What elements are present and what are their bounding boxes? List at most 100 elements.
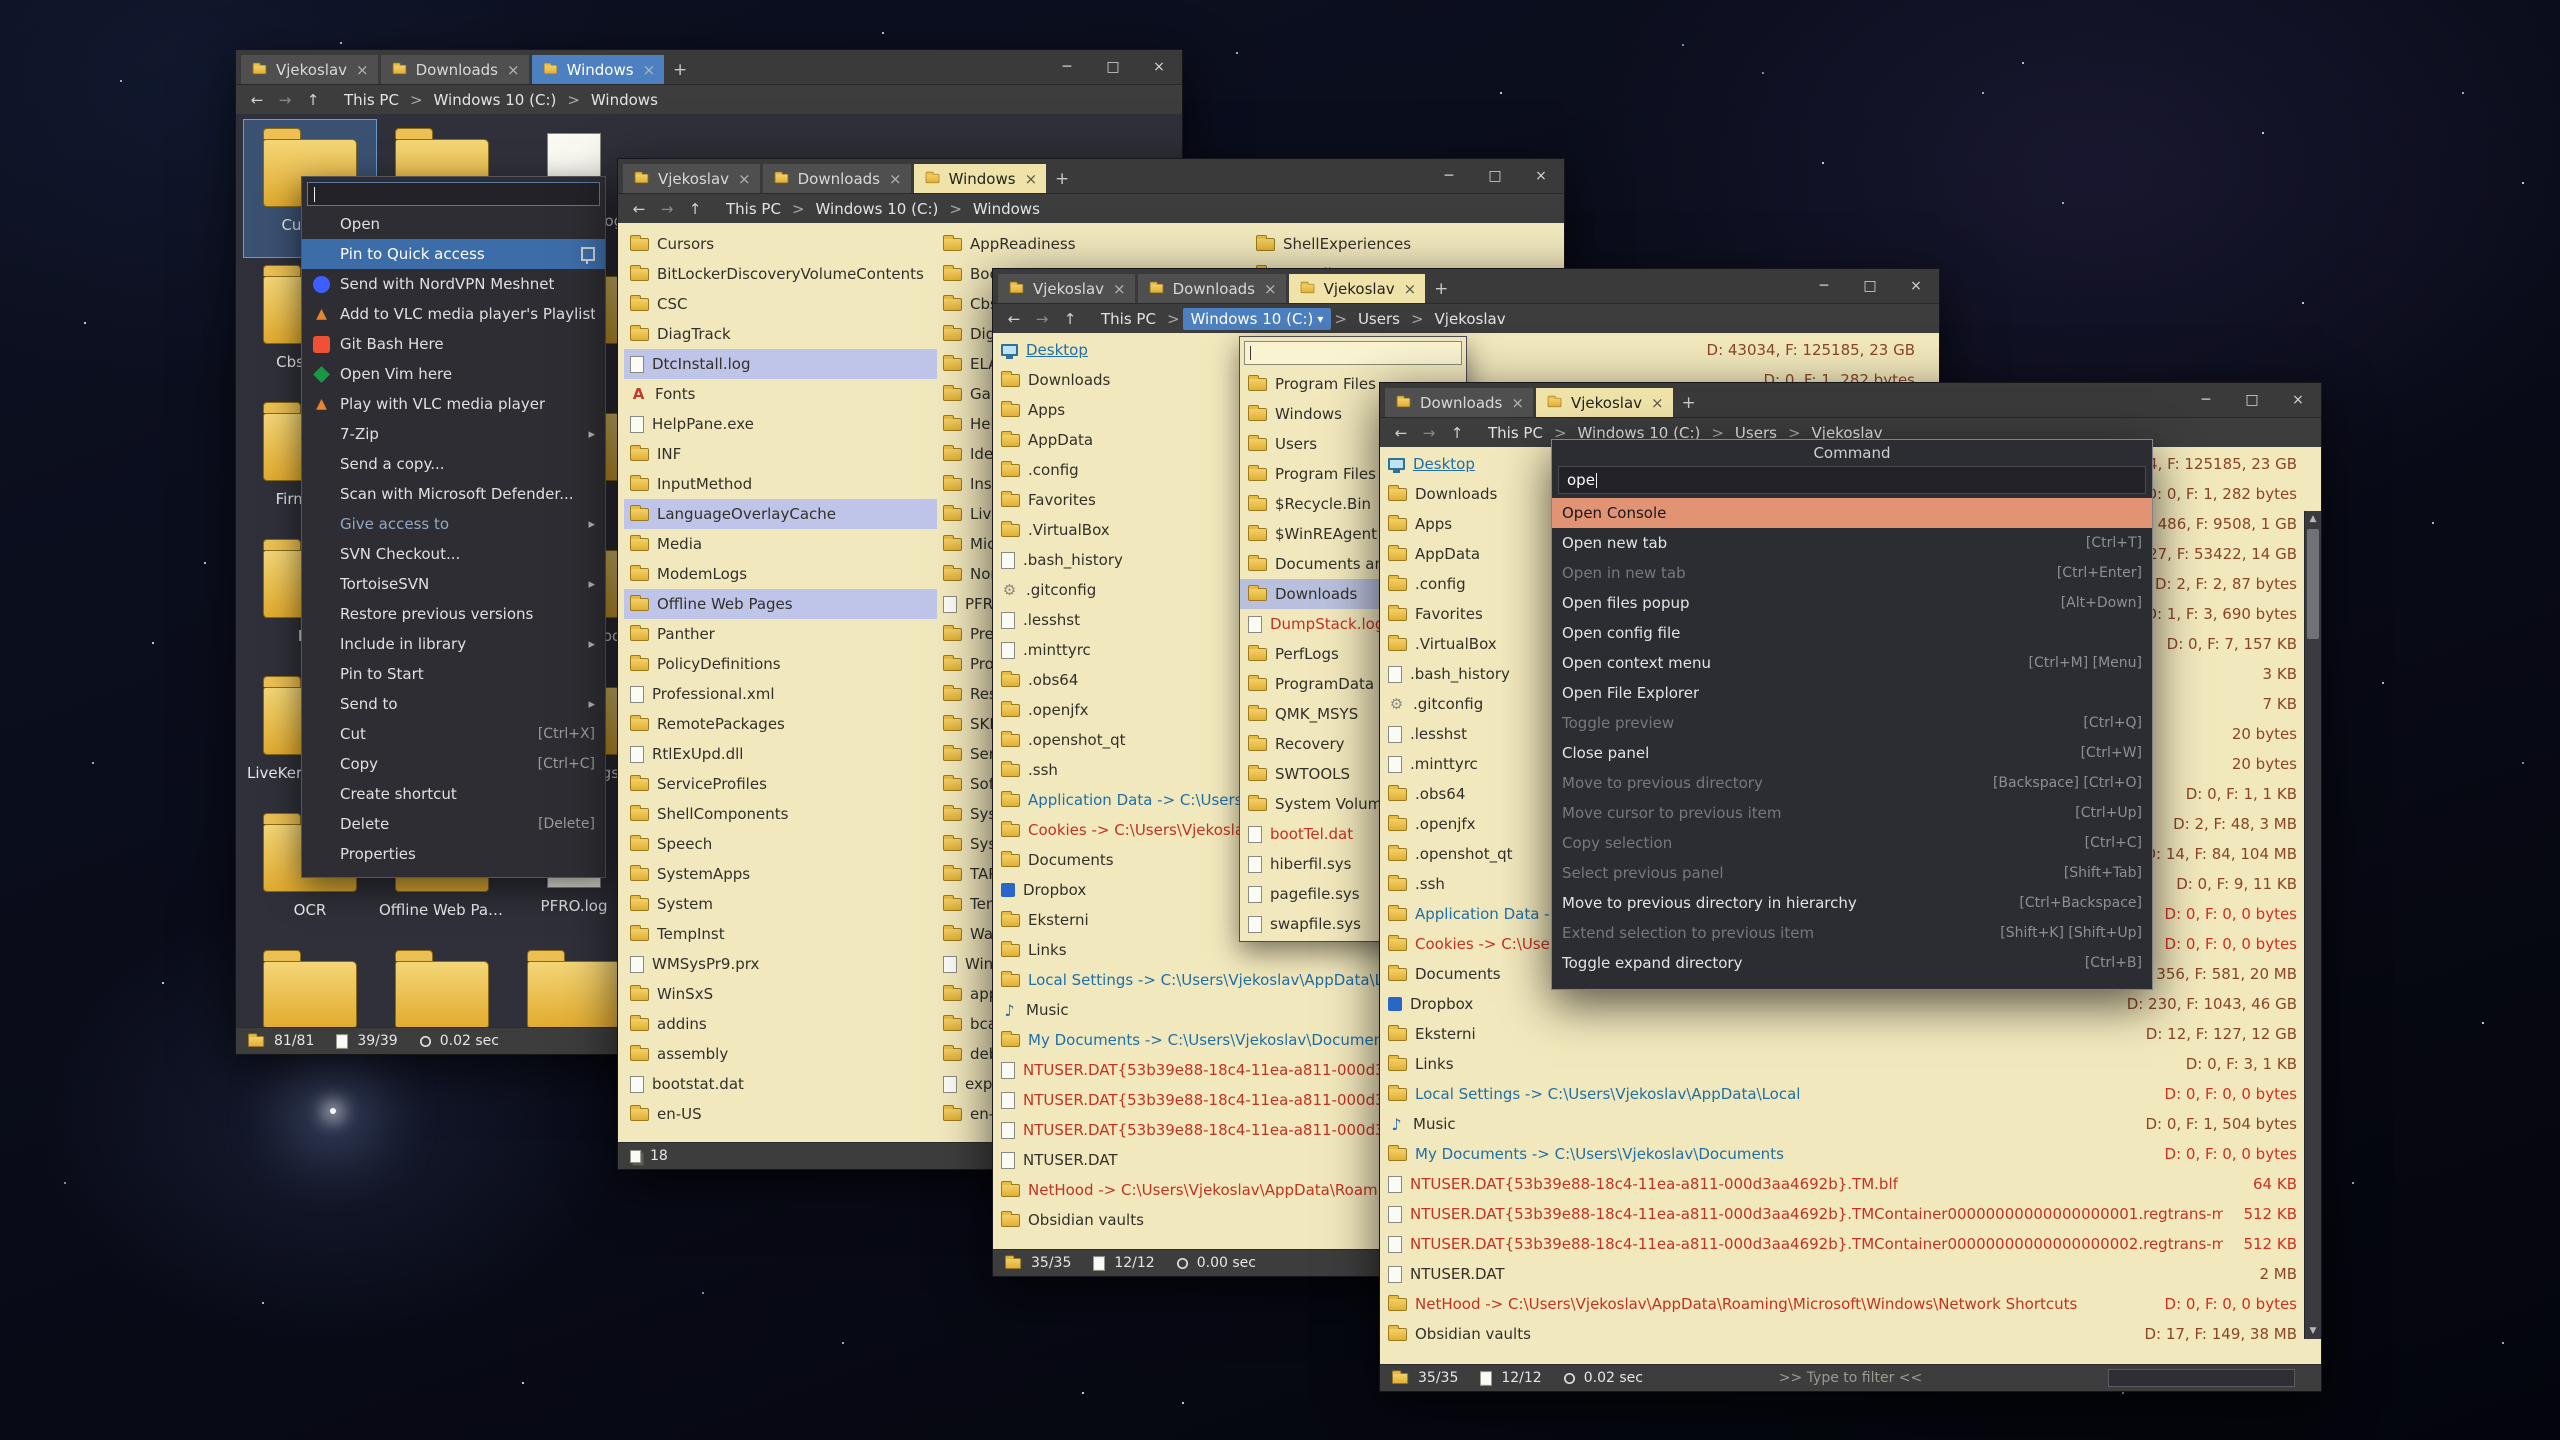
menu-item-delete[interactable]: Delete[Delete] <box>302 809 605 839</box>
command-palette-input[interactable]: ope <box>1558 466 2146 494</box>
breadcrumb-this-pc[interactable]: This PC <box>1480 422 1551 444</box>
breadcrumb-windows[interactable]: Windows <box>583 89 666 111</box>
minimize-button[interactable]: ─ <box>1426 159 1472 193</box>
file-row[interactable]: LanguageOverlayCache <box>624 499 937 529</box>
command-item-toggle-expand-directory[interactable]: Toggle expand directory[Ctrl+B] <box>1552 948 2152 978</box>
new-tab-button[interactable]: + <box>1428 274 1454 303</box>
file-row[interactable]: CSC <box>624 289 937 319</box>
forward-button[interactable]: → <box>654 200 680 218</box>
command-item-open-file-explorer[interactable]: Open File Explorer <box>1552 678 2152 708</box>
back-button[interactable]: ← <box>244 91 270 109</box>
minimize-button[interactable]: ─ <box>1801 269 1847 303</box>
file-row[interactable]: addins <box>624 1009 937 1039</box>
up-button[interactable]: ↑ <box>1444 424 1470 442</box>
tab-close-icon[interactable]: × <box>356 61 369 79</box>
file-row[interactable]: NetHood -> C:\Users\Vjekoslav\AppData\Ro… <box>1380 1289 2305 1319</box>
file-row[interactable]: RtlExUpd.dll <box>624 739 937 769</box>
command-item-open-context-menu[interactable]: Open context menu[Ctrl+M] [Menu] <box>1552 648 2152 678</box>
new-tab-button[interactable]: + <box>1049 164 1075 193</box>
menu-item-pin-to-quick-access[interactable]: Pin to Quick access <box>302 239 605 269</box>
command-item-open-config-file[interactable]: Open config file <box>1552 618 2152 648</box>
file-row[interactable]: Professional.xml <box>624 679 937 709</box>
file-row[interactable]: NTUSER.DAT{53b39e88-18c4-11ea-a811-000d3… <box>1380 1169 2305 1199</box>
menu-item-add-to-vlc-media-player-s-playlist[interactable]: ▲Add to VLC media player's Playlist <box>302 299 605 329</box>
menu-item-create-shortcut[interactable]: Create shortcut <box>302 779 605 809</box>
file-row[interactable]: Local Settings -> C:\Users\Vjekoslav\App… <box>1380 1079 2305 1109</box>
file-row[interactable]: Cursors <box>624 229 937 259</box>
back-button[interactable]: ← <box>1388 424 1414 442</box>
breadcrumb-this-pc[interactable]: This PC <box>1093 308 1164 330</box>
menu-item-properties[interactable]: Properties <box>302 839 605 869</box>
tab-downloads[interactable]: Downloads× <box>1385 388 1533 417</box>
menu-item-include-in-library[interactable]: Include in library▸ <box>302 629 605 659</box>
up-button[interactable]: ↑ <box>682 200 708 218</box>
file-row[interactable]: assembly <box>624 1039 937 1069</box>
tab-close-icon[interactable]: × <box>738 170 751 188</box>
forward-button[interactable]: → <box>1029 310 1055 328</box>
close-button[interactable]: × <box>1136 50 1182 84</box>
scroll-down-icon[interactable]: ▼ <box>2305 1323 2321 1339</box>
breadcrumb-this-pc[interactable]: This PC <box>336 89 407 111</box>
grid-item[interactable]: Prefetch <box>376 942 508 1028</box>
file-row[interactable]: DropboxD: 230, F: 1043, 46 GB <box>1380 989 2305 1019</box>
file-row[interactable]: NTUSER.DAT2 MB <box>1380 1259 2305 1289</box>
tab-close-icon[interactable]: × <box>1264 280 1277 298</box>
file-row[interactable]: PolicyDefinitions <box>624 649 937 679</box>
command-item-copy-selection[interactable]: Copy selection[Ctrl+C] <box>1552 828 2152 858</box>
menu-item-git-bash-here[interactable]: Git Bash Here <box>302 329 605 359</box>
file-row[interactable]: WinSxS <box>624 979 937 1009</box>
file-row[interactable]: DtcInstall.log <box>624 349 937 379</box>
file-row[interactable]: AppReadiness <box>937 229 1250 259</box>
file-row[interactable]: BitLockerDiscoveryVolumeContents <box>624 259 937 289</box>
menu-item-open[interactable]: Open <box>302 209 605 239</box>
file-row[interactable]: Offline Web Pages <box>624 589 937 619</box>
menu-item-copy[interactable]: Copy[Ctrl+C] <box>302 749 605 779</box>
maximize-button[interactable]: □ <box>2229 383 2275 417</box>
file-row[interactable]: ModemLogs <box>624 559 937 589</box>
tab-downloads[interactable]: Downloads× <box>763 164 911 193</box>
menu-item-scan-with-microsoft-defender[interactable]: Scan with Microsoft Defender... <box>302 479 605 509</box>
tab-close-icon[interactable]: × <box>643 61 656 79</box>
forward-button[interactable]: → <box>272 91 298 109</box>
menu-item-pin-to-start[interactable]: Pin to Start <box>302 659 605 689</box>
file-row[interactable]: en-US <box>624 1099 937 1129</box>
close-button[interactable]: × <box>1893 269 1939 303</box>
file-row[interactable]: Speech <box>624 829 937 859</box>
grid-item[interactable]: PolicyDefinitions <box>244 942 376 1028</box>
breadcrumb-windows[interactable]: Windows <box>965 198 1048 220</box>
new-tab-button[interactable]: + <box>1676 388 1702 417</box>
breadcrumb-this-pc[interactable]: This PC <box>718 198 789 220</box>
command-item-move-cursor-to-previous-item[interactable]: Move cursor to previous item[Ctrl+Up] <box>1552 798 2152 828</box>
menu-item-7-zip[interactable]: 7-Zip▸ <box>302 419 605 449</box>
file-row[interactable]: My Documents -> C:\Users\Vjekoslav\Docum… <box>1380 1139 2305 1169</box>
tab-close-icon[interactable]: × <box>889 170 902 188</box>
menu-item-tortoisesvn[interactable]: TortoiseSVN▸ <box>302 569 605 599</box>
tab-windows[interactable]: Windows× <box>914 164 1047 193</box>
command-item-move-to-previous-directory[interactable]: Move to previous directory[Backspace] [C… <box>1552 768 2152 798</box>
tab-close-icon[interactable]: × <box>507 61 520 79</box>
tab-vjekoslav[interactable]: Vjekoslav× <box>1536 388 1673 417</box>
tab-close-icon[interactable]: × <box>1404 280 1417 298</box>
forward-button[interactable]: → <box>1416 424 1442 442</box>
menu-item-give-access-to[interactable]: Give access to▸ <box>302 509 605 539</box>
file-row[interactable]: Media <box>624 529 937 559</box>
maximize-button[interactable]: □ <box>1090 50 1136 84</box>
command-item-select-previous-panel[interactable]: Select previous panel[Shift+Tab] <box>1552 858 2152 888</box>
file-row[interactable]: ServiceProfiles <box>624 769 937 799</box>
close-button[interactable]: × <box>2275 383 2321 417</box>
command-item-open-files-popup[interactable]: Open files popup[Alt+Down] <box>1552 588 2152 618</box>
file-row[interactable]: NTUSER.DAT{53b39e88-18c4-11ea-a811-000d3… <box>1380 1199 2305 1229</box>
file-row[interactable]: System <box>624 889 937 919</box>
breadcrumb-windows-10-c[interactable]: Windows 10 (C:) <box>808 198 947 220</box>
tab-vjekoslav[interactable]: Vjekoslav× <box>998 274 1135 303</box>
menu-item-restore-previous-versions[interactable]: Restore previous versions <box>302 599 605 629</box>
titlebar[interactable]: Vjekoslav×Downloads×Vjekoslav×+ ─ □ × <box>993 269 1939 304</box>
file-row[interactable]: InputMethod <box>624 469 937 499</box>
maximize-button[interactable]: □ <box>1472 159 1518 193</box>
menu-item-send-with-nordvpn-meshnet[interactable]: Send with NordVPN Meshnet <box>302 269 605 299</box>
menu-filter-input[interactable] <box>307 182 600 206</box>
breadcrumb-users[interactable]: Users <box>1350 308 1408 330</box>
minimize-button[interactable]: ─ <box>2183 383 2229 417</box>
command-item-open-in-new-tab[interactable]: Open in new tab[Ctrl+Enter] <box>1552 558 2152 588</box>
tab-vjekoslav[interactable]: Vjekoslav× <box>623 164 760 193</box>
